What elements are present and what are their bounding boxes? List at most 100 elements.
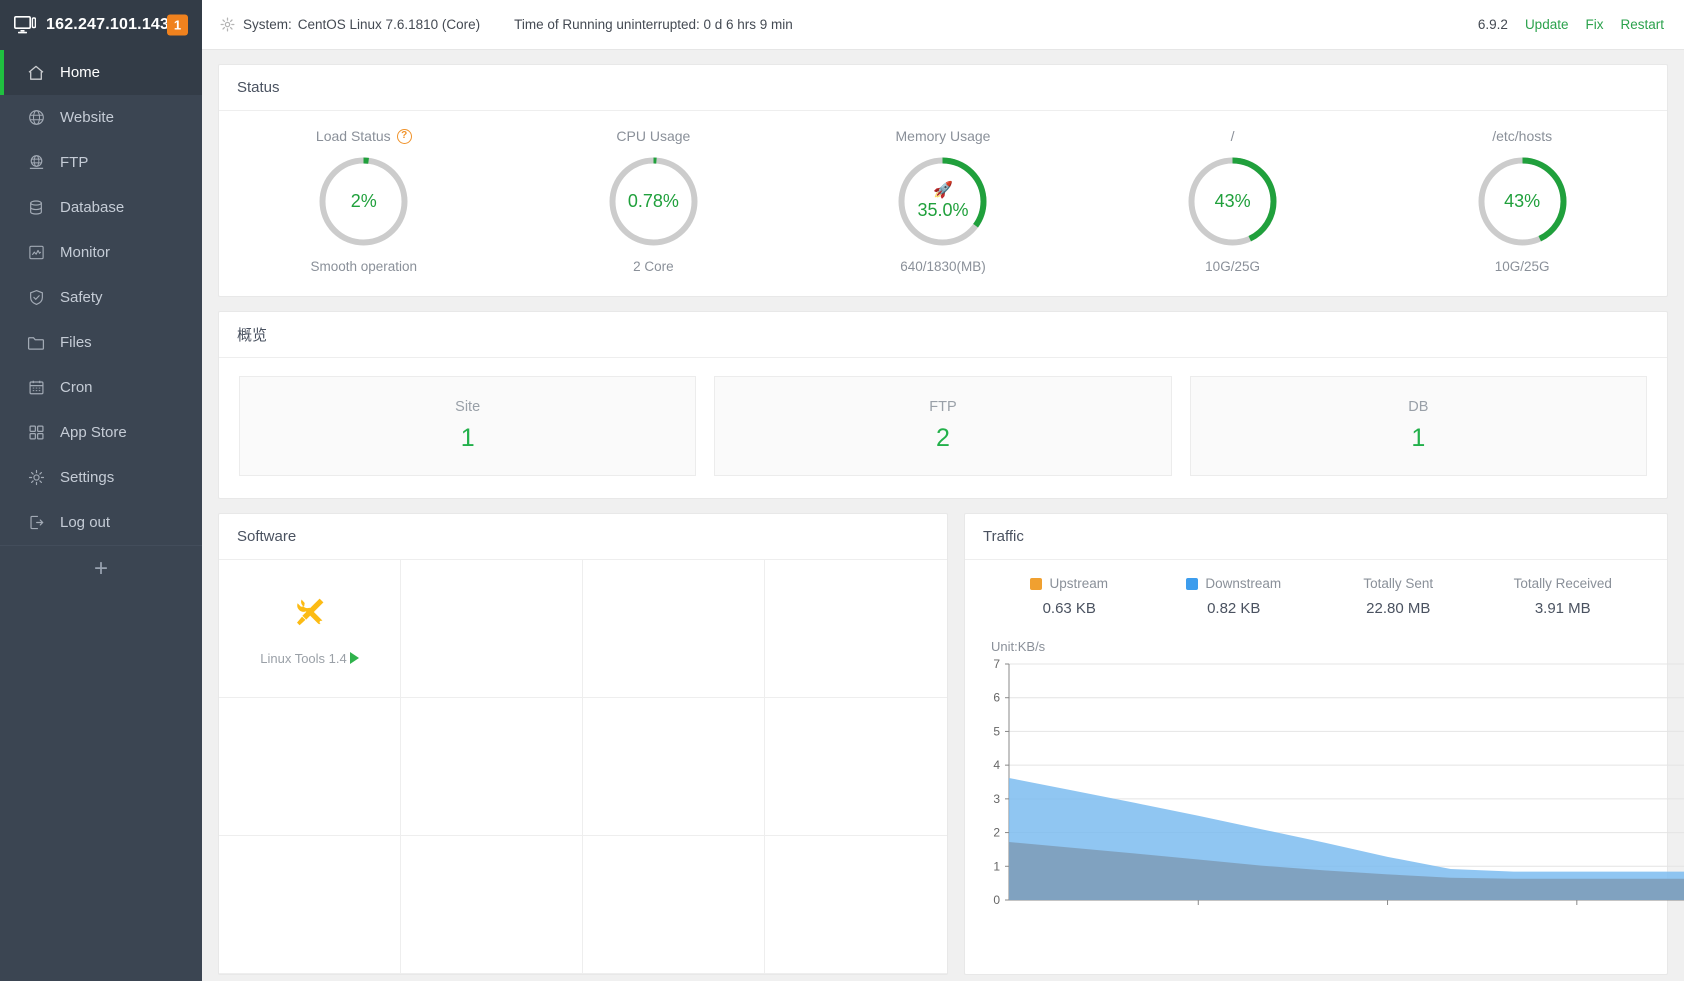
overview-box-ftp[interactable]: FTP 2 — [714, 376, 1171, 476]
gauge-cpu-usage: CPU Usage 0.78% 2 Core — [509, 127, 799, 274]
fix-button[interactable]: Fix — [1585, 17, 1603, 32]
sidebar-item-files[interactable]: Files — [0, 320, 202, 365]
traffic-chart: 01234567 — [965, 654, 1667, 931]
traffic-stat-upstream: Upstream 0.63 KB — [987, 576, 1152, 617]
gauge-memory-usage: Memory Usage 🚀 35.0% 6 — [798, 127, 1088, 274]
software-grid: Linux Tools 1.4 — [219, 560, 947, 974]
software-cell-empty — [219, 836, 401, 974]
traffic-stats: Upstream 0.63 KB Downstream 0.82 KB — [965, 560, 1667, 623]
overview-boxes: Site 1 FTP 2 DB 1 — [219, 358, 1667, 498]
gauge-title-text: Load Status — [316, 128, 391, 144]
software-cell-empty — [401, 698, 583, 836]
notification-badge[interactable]: 1 — [167, 15, 188, 36]
play-icon[interactable] — [350, 652, 359, 664]
overview-card: 概览 Site 1 FTP 2 DB 1 — [218, 311, 1668, 499]
sidebar-item-app-store[interactable]: App Store — [0, 410, 202, 455]
sidebar-item-home[interactable]: Home — [0, 50, 202, 95]
traffic-stat-value: 22.80 MB — [1366, 600, 1430, 617]
help-icon[interactable]: ? — [397, 129, 412, 144]
sidebar-header: 162.247.101.143 1 — [0, 0, 202, 50]
gauge-load-status: Load Status ? 2% Smooth o — [219, 127, 509, 274]
bottom-row: Software — [218, 513, 1668, 975]
sidebar-item-label: FTP — [60, 154, 88, 171]
traffic-stat-head: Upstream — [1030, 576, 1108, 591]
home-icon — [26, 63, 46, 83]
sidebar-item-log-out[interactable]: Log out — [0, 500, 202, 545]
traffic-stat-head: Totally Sent — [1363, 576, 1433, 591]
gauge-footer: 10G/25G — [1495, 259, 1550, 274]
gauge-ring: 43% — [1186, 155, 1279, 248]
gauge-footer: 10G/25G — [1205, 259, 1260, 274]
chart-unit-label: Unit:KB/s — [965, 623, 1667, 654]
sidebar-item-monitor[interactable]: Monitor — [0, 230, 202, 275]
svg-text:3: 3 — [993, 792, 1000, 806]
traffic-stat-downstream: Downstream 0.82 KB — [1152, 576, 1317, 617]
sidebar-item-database[interactable]: Database — [0, 185, 202, 230]
overview-box-db[interactable]: DB 1 — [1190, 376, 1647, 476]
gauge-value-text: 0.78% — [628, 191, 679, 212]
gear-icon — [26, 468, 46, 488]
software-cell-empty — [219, 698, 401, 836]
restart-button[interactable]: Restart — [1620, 17, 1664, 32]
gauge-title-text: /etc/hosts — [1492, 128, 1552, 144]
software-cell-empty — [401, 560, 583, 698]
software-cell-empty — [583, 836, 765, 974]
content: Status Load Status ? — [202, 50, 1684, 981]
traffic-stat-head: Downstream — [1186, 576, 1281, 591]
traffic-stat-totally-received: Totally Received 3.91 MB — [1481, 576, 1646, 617]
gauge-title-text: CPU Usage — [616, 128, 690, 144]
software-item-name-wrap[interactable]: Linux Tools 1.4 — [260, 651, 359, 666]
sidebar-item-label: Settings — [60, 469, 114, 486]
overview-box-site[interactable]: Site 1 — [239, 376, 696, 476]
gauge-title: / — [1231, 127, 1235, 145]
traffic-stat-value: 3.91 MB — [1535, 600, 1591, 617]
gauge-ring: 0.78% — [607, 155, 700, 248]
gauge-ring: 🚀 35.0% — [896, 155, 989, 248]
update-button[interactable]: Update — [1525, 17, 1569, 32]
rocket-icon[interactable]: 🚀 — [933, 183, 953, 199]
app-root: 162.247.101.143 1 Home Website FTP — [0, 0, 1684, 981]
overview-box-label: FTP — [929, 399, 956, 415]
gauge-ring: 43% — [1476, 155, 1569, 248]
sidebar-item-label: Cron — [60, 379, 93, 396]
sidebar-item-label: Monitor — [60, 244, 110, 261]
traffic-stat-label: Upstream — [1049, 576, 1108, 591]
system-label: System: — [243, 17, 292, 32]
gauge-ring: 2% — [317, 155, 410, 248]
grid-icon — [26, 423, 46, 443]
sidebar-item-settings[interactable]: Settings — [0, 455, 202, 500]
ftp-icon — [26, 153, 46, 173]
sidebar-item-safety[interactable]: Safety — [0, 275, 202, 320]
software-item-linux-tools[interactable]: Linux Tools 1.4 — [219, 560, 401, 698]
software-item-label: Linux Tools 1.4 — [260, 651, 347, 666]
server-ip: 162.247.101.143 — [46, 16, 169, 34]
svg-text:6: 6 — [993, 691, 1000, 705]
gauge-value-text: 35.0% — [917, 200, 968, 221]
svg-text:1: 1 — [993, 859, 1000, 873]
sidebar-add-button[interactable]: + — [0, 546, 202, 591]
gauge-title-text: Memory Usage — [896, 128, 991, 144]
traffic-card-title: Traffic — [965, 514, 1667, 560]
gauge-disk-root: / 43% 10G/25G — [1088, 127, 1378, 274]
overview-box-label: Site — [455, 399, 480, 415]
status-card-title: Status — [219, 65, 1667, 111]
sidebar-item-ftp[interactable]: FTP — [0, 140, 202, 185]
overview-box-label: DB — [1408, 399, 1428, 415]
gauge-value-text: 43% — [1215, 191, 1251, 212]
system-value: CentOS Linux 7.6.1810 (Core) — [298, 17, 480, 32]
gauge-title-text: / — [1231, 128, 1235, 144]
sidebar-item-website[interactable]: Website — [0, 95, 202, 140]
tools-icon — [290, 592, 330, 637]
sidebar-menu: Home Website FTP Database — [0, 50, 202, 591]
gauge-title: Memory Usage — [896, 127, 991, 145]
sidebar-item-label: Database — [60, 199, 124, 216]
sidebar-item-cron[interactable]: Cron — [0, 365, 202, 410]
topbar-actions: 6.9.2 Update Fix Restart — [1478, 17, 1664, 32]
sidebar-item-label: Log out — [60, 514, 110, 531]
logout-icon — [26, 513, 46, 533]
overview-card-title: 概览 — [219, 312, 1667, 358]
status-gauges: Load Status ? 2% Smooth o — [219, 111, 1667, 296]
calendar-icon — [26, 378, 46, 398]
database-icon — [26, 198, 46, 218]
sidebar: 162.247.101.143 1 Home Website FTP — [0, 0, 202, 981]
